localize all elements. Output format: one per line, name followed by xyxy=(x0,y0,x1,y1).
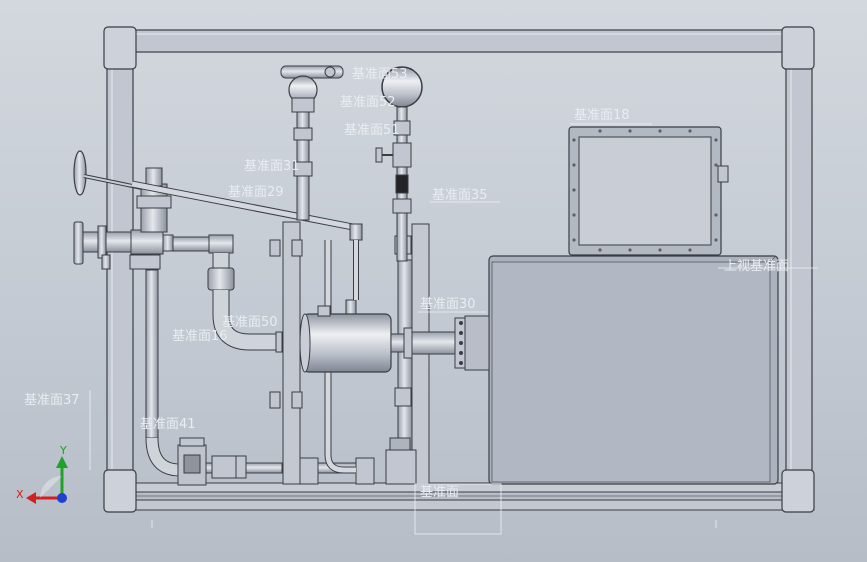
frame-corner-bottom-right xyxy=(781,469,815,513)
plane-label-horizontal: 上视基准面 xyxy=(724,259,789,274)
plane-label-16: 基准面16 xyxy=(172,329,228,344)
plane-label-35: 基准面35 xyxy=(432,188,488,203)
frame-right-post xyxy=(785,53,813,473)
plane-label-52: 基准面52 xyxy=(340,95,396,110)
plane-label-29: 基准面29 xyxy=(228,185,284,200)
inlet-valve-assembly[interactable] xyxy=(73,150,212,270)
axis-triad: Y X xyxy=(16,444,68,504)
plane-label-30: 基准面30 xyxy=(420,297,476,312)
frame-corner-bottom-left xyxy=(103,469,137,513)
pressure-transmitter[interactable] xyxy=(280,65,344,221)
plane-label-bottom: 基准面 xyxy=(420,485,459,500)
inlet-flange-left xyxy=(73,221,84,265)
control-box[interactable] xyxy=(568,126,729,256)
axis-label-x: X xyxy=(16,488,24,501)
frame-top-beam xyxy=(133,29,785,53)
plane-label-53: 基准面53 xyxy=(352,67,408,82)
plane-label-41: 基准面41 xyxy=(140,417,196,432)
frame-left-post xyxy=(106,53,134,473)
base-rails xyxy=(105,482,815,511)
heater-cylinder[interactable] xyxy=(299,305,490,373)
plane-label-18: 基准面18 xyxy=(574,108,630,123)
control-box-latch[interactable] xyxy=(717,165,729,183)
plane-label-51: 基准面51 xyxy=(344,123,400,138)
frame-corner-top-right xyxy=(781,26,815,70)
drain-pipe[interactable] xyxy=(145,269,417,486)
plane-label-31: 基准面31 xyxy=(244,159,300,174)
plane-label-37: 基准面37 xyxy=(24,393,80,408)
main-tank[interactable] xyxy=(488,255,779,485)
cad-viewport[interactable]: 基准面53 基准面52 基准面51 基准面18 基准面31 基准面29 基准面3… xyxy=(0,0,867,562)
frame-corner-top-left xyxy=(103,26,137,70)
axis-label-y: Y xyxy=(59,444,67,457)
plane-label-50: 基准面50 xyxy=(222,315,278,330)
handwheel-icon[interactable] xyxy=(73,150,87,196)
